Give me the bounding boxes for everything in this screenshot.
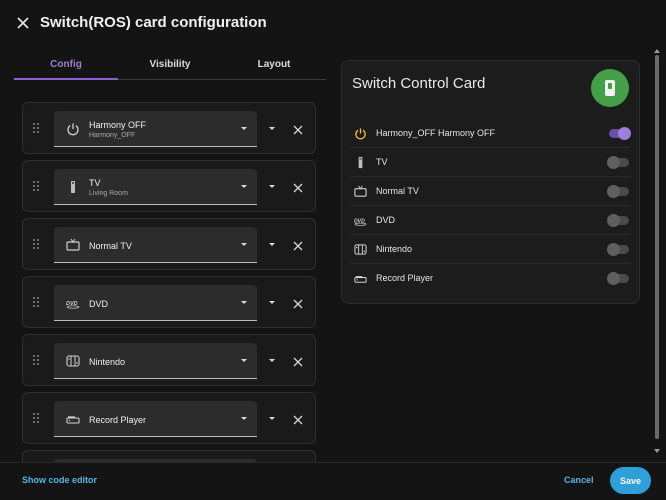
chevron-down-icon: [241, 243, 247, 246]
entity-name: Normal TV: [89, 241, 132, 251]
close-icon[interactable]: [292, 239, 304, 251]
card-entity-label: Harmony_OFF Harmony OFF: [376, 128, 496, 138]
scroll-up-arrow-icon[interactable]: [654, 49, 660, 53]
card-entity-label: Normal TV: [376, 186, 419, 196]
entity-row: [22, 450, 316, 462]
entity-toggle[interactable]: [607, 127, 631, 140]
chevron-down-icon: [241, 185, 247, 188]
entity-toggle[interactable]: [607, 156, 631, 169]
drag-handle-icon[interactable]: [33, 297, 43, 309]
card-entity-label: DVD: [376, 215, 396, 225]
card-entity-row[interactable]: Nintendo: [350, 235, 631, 264]
card-title: Switch Control Card: [352, 75, 486, 92]
nintendo-switch-icon: [66, 354, 80, 368]
scrollbar-thumb[interactable]: [655, 55, 659, 439]
card-entity-label: Record Player: [376, 273, 434, 283]
dialog-footer: Show code editor Cancel Save: [0, 462, 666, 500]
tab-bar: Config Visibility Layout: [14, 48, 326, 80]
show-code-editor-button[interactable]: Show code editor: [22, 475, 97, 485]
drag-handle-icon[interactable]: [33, 181, 43, 193]
expand-icon[interactable]: [269, 185, 275, 188]
television-icon: [66, 238, 80, 252]
cancel-button[interactable]: Cancel: [564, 475, 594, 485]
entity-select[interactable]: Record Player: [54, 401, 257, 437]
tab-config[interactable]: Config: [14, 48, 118, 80]
entity-toggle[interactable]: [607, 243, 631, 256]
entity-row: TV Living Room: [22, 160, 316, 212]
save-button[interactable]: Save: [610, 467, 651, 494]
entity-secondary: Living Room: [89, 190, 128, 197]
entity-name: Harmony OFF: [89, 120, 147, 130]
dialog-header: Switch(ROS) card configuration: [0, 0, 666, 48]
card-entity-row[interactable]: TV: [350, 148, 631, 177]
drag-handle-icon[interactable]: [33, 239, 43, 251]
close-icon[interactable]: [292, 123, 304, 135]
close-icon[interactable]: [292, 181, 304, 193]
card-entity-label: Nintendo: [376, 244, 413, 254]
expand-icon[interactable]: [269, 359, 275, 362]
entity-name: TV: [89, 178, 101, 188]
drag-handle-icon[interactable]: [33, 413, 43, 425]
expand-icon[interactable]: [269, 243, 275, 246]
expand-icon[interactable]: [269, 417, 275, 420]
entity-editor-list: Harmony OFF Harmony_OFF TV Living Room N…: [22, 100, 316, 462]
entity-secondary: Harmony_OFF: [89, 132, 136, 139]
card-config-dialog: Switch(ROS) card configuration Config Vi…: [0, 0, 666, 500]
card-entity-row[interactable]: Harmony_OFF Harmony OFF: [350, 119, 631, 148]
card-entity-row[interactable]: DVD DVD: [350, 206, 631, 235]
record-player-icon: [354, 272, 367, 285]
chevron-down-icon: [241, 417, 247, 420]
drag-handle-icon[interactable]: [33, 123, 43, 135]
entity-row: DVD DVD: [22, 276, 316, 328]
scroll-down-arrow-icon[interactable]: [654, 449, 660, 453]
scrollbar[interactable]: [655, 55, 659, 445]
tab-visibility[interactable]: Visibility: [118, 48, 222, 79]
record-player-icon: [66, 412, 80, 426]
card-entity-label: TV: [376, 157, 388, 167]
card-preview: Switch Control Card Harmony_OFF Harmony …: [341, 60, 640, 304]
entity-select[interactable]: Harmony OFF Harmony_OFF: [54, 111, 257, 147]
entity-row: Nintendo: [22, 334, 316, 386]
remote-icon: [591, 69, 629, 107]
entity-toggle[interactable]: [607, 185, 631, 198]
television-icon: [354, 185, 367, 198]
dvd-icon: DVD: [66, 296, 80, 310]
entity-toggle[interactable]: [607, 272, 631, 285]
entity-name: Nintendo: [89, 357, 126, 367]
card-entity-row[interactable]: Normal TV: [350, 177, 631, 206]
drag-handle-icon[interactable]: [33, 355, 43, 367]
entity-select[interactable]: TV Living Room: [54, 169, 257, 205]
entity-select[interactable]: Normal TV: [54, 227, 257, 263]
entity-name: DVD: [89, 299, 109, 309]
expand-icon[interactable]: [269, 127, 275, 130]
power-icon: [66, 122, 80, 136]
close-icon[interactable]: [292, 413, 304, 425]
entity-row: Harmony OFF Harmony_OFF: [22, 102, 316, 154]
entity-row: Record Player: [22, 392, 316, 444]
entity-select[interactable]: DVD DVD: [54, 285, 257, 321]
chevron-down-icon: [241, 359, 247, 362]
tv-remote-icon: [354, 156, 367, 169]
entity-name: Record Player: [89, 415, 147, 425]
chevron-down-icon: [241, 301, 247, 304]
expand-icon[interactable]: [269, 301, 275, 304]
card-entity-row[interactable]: Record Player: [350, 264, 631, 293]
close-icon[interactable]: [292, 355, 304, 367]
nintendo-switch-icon: [354, 243, 367, 256]
entity-row: Normal TV: [22, 218, 316, 270]
close-icon[interactable]: [292, 297, 304, 309]
close-icon[interactable]: [12, 12, 34, 34]
dvd-icon: DVD: [354, 214, 367, 227]
power-icon: [354, 127, 367, 140]
tv-remote-icon: [66, 180, 80, 194]
chevron-down-icon: [241, 127, 247, 130]
entity-toggle[interactable]: [607, 214, 631, 227]
dialog-title: Switch(ROS) card configuration: [40, 14, 267, 31]
entity-select[interactable]: Nintendo: [54, 343, 257, 379]
tab-layout[interactable]: Layout: [222, 48, 326, 79]
